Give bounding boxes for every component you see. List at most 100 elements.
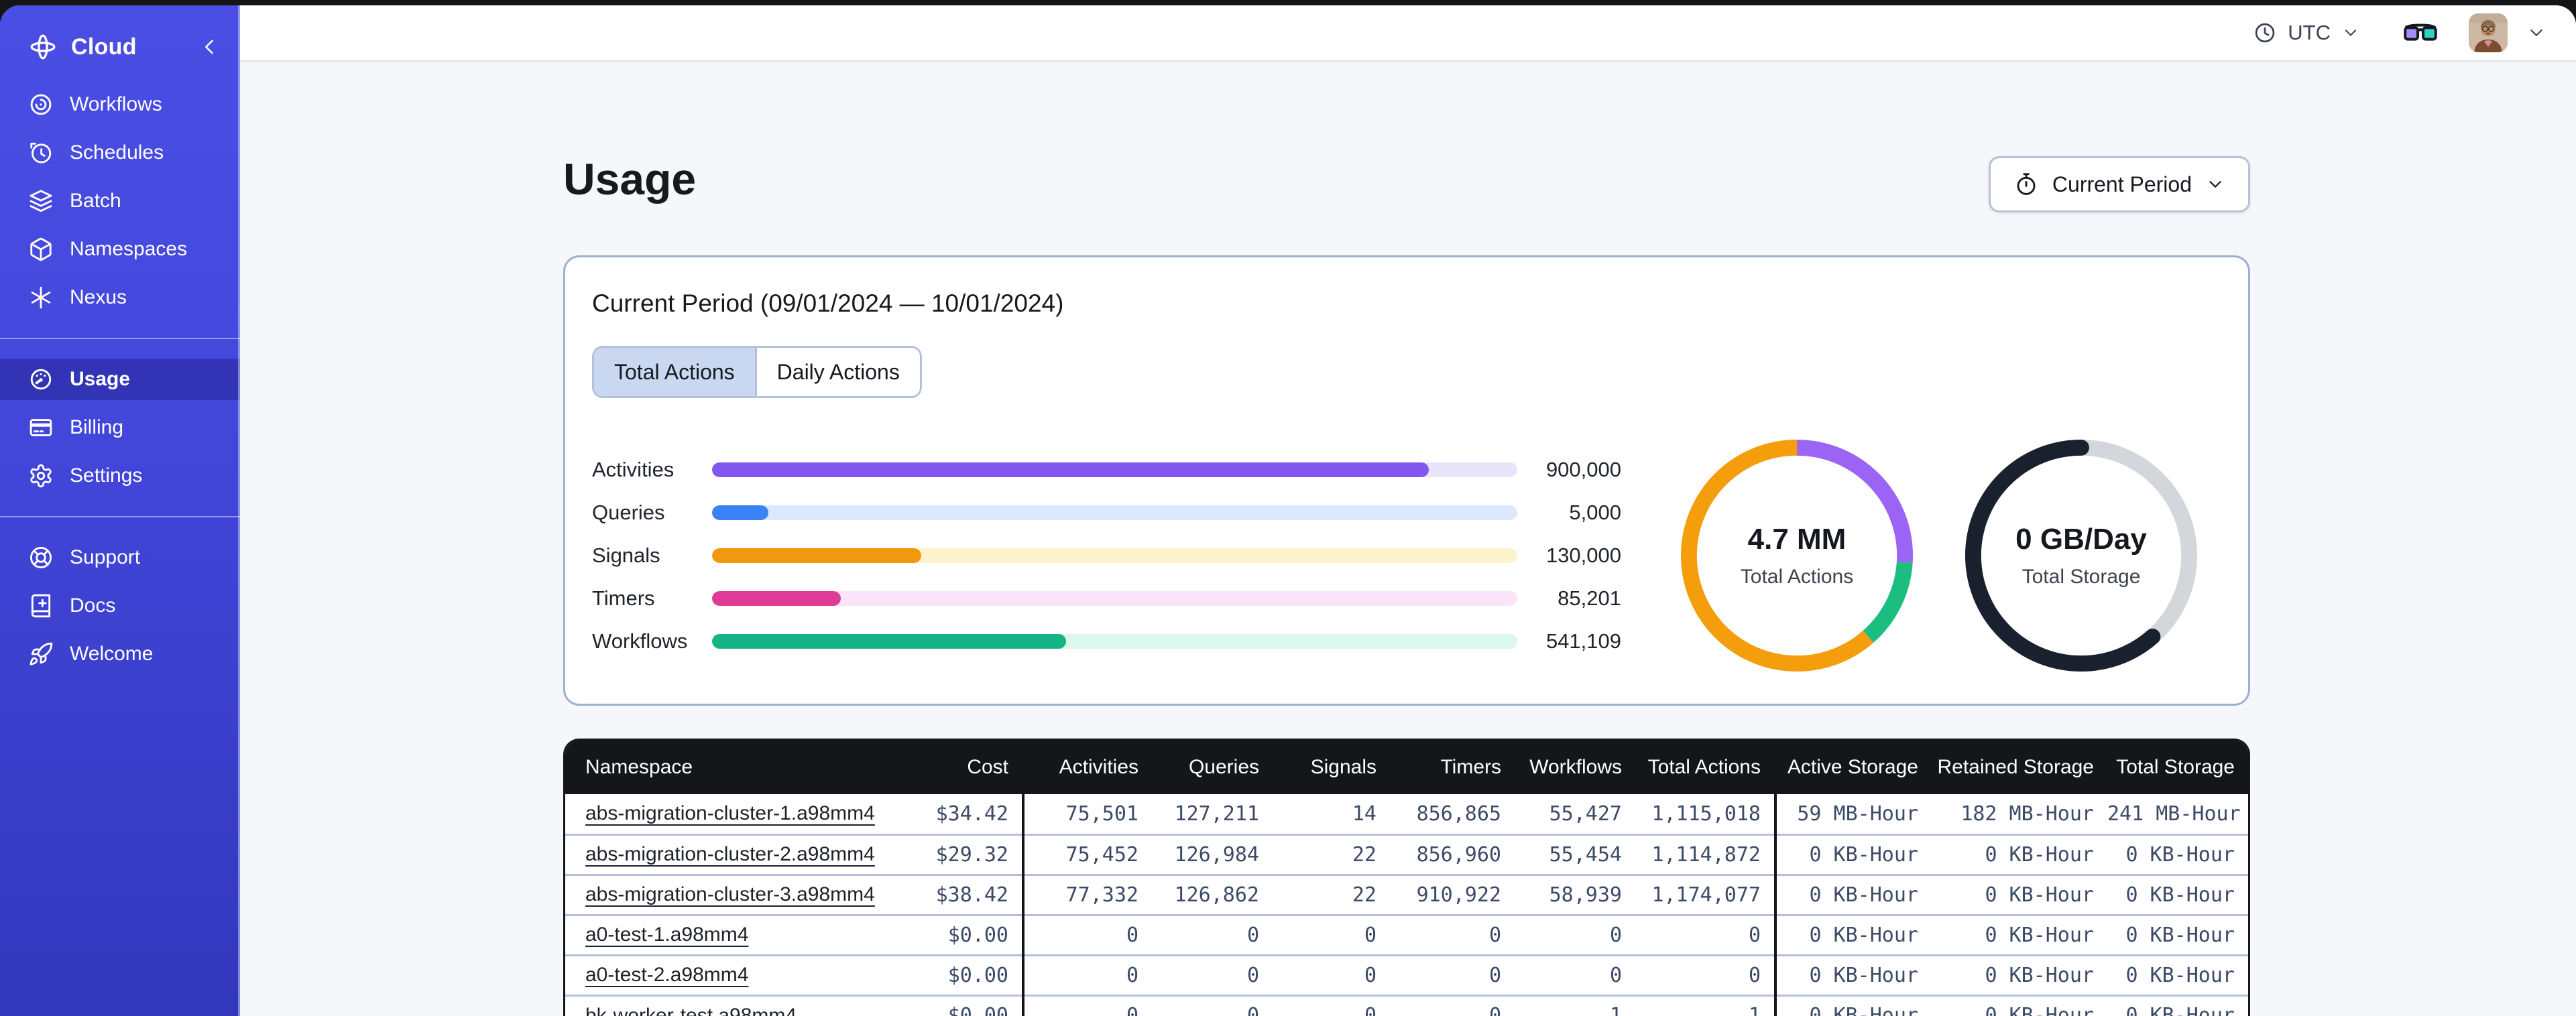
table-cell: 0: [1023, 994, 1152, 1016]
bar-track: [712, 634, 1517, 649]
table-cell: 1: [1635, 994, 1777, 1016]
card-title: Current Period (09/01/2024 — 10/01/2024): [592, 290, 1064, 317]
table-cell: 910,922: [1390, 873, 1515, 915]
bar-label: Workflows: [592, 629, 688, 653]
namespace-link[interactable]: abs-migration-cluster-2.a98mm4: [585, 843, 875, 865]
avatar[interactable]: [2469, 13, 2508, 52]
period-selector-label: Current Period: [2052, 172, 2192, 196]
table-cell: $38.42: [900, 873, 1024, 915]
sidebar-item-workflows[interactable]: Workflows: [0, 84, 240, 125]
period-selector-button[interactable]: Current Period: [1988, 156, 2250, 212]
table-row: abs-migration-cluster-1.a98mm4 $34.42 75,5…: [565, 794, 2248, 834]
table-cell: 22: [1273, 873, 1390, 915]
table-cell: 0: [1273, 913, 1390, 955]
table-cell: 14: [1273, 794, 1390, 834]
bar-track: [712, 505, 1517, 520]
clock-icon: [2253, 21, 2277, 45]
sidebar-item-batch[interactable]: Batch: [0, 180, 240, 222]
sidebar-item-welcome[interactable]: Welcome: [0, 633, 240, 675]
donut-value: 0 GB/Day: [2015, 523, 2147, 556]
bar-value: 900,000: [1545, 458, 1621, 481]
table-row: abs-migration-cluster-2.a98mm4 $29.32 75,4…: [565, 833, 2248, 875]
bar-track: [712, 462, 1517, 477]
table-row: a0-test-1.a98mm4 $0.00 0 0 0 0 0 0 0 KB-Hour 0 KB…: [565, 913, 2248, 955]
table-cell: 1,114,872: [1635, 833, 1777, 875]
column-header-active-storage: Active Storage: [1775, 741, 1932, 794]
sidebar-item-schedules[interactable]: Schedules: [0, 132, 240, 174]
table-cell: $34.42: [900, 794, 1024, 834]
table-cell: $0.00: [900, 954, 1024, 995]
table-cell: 0 KB-Hour: [1775, 954, 1932, 995]
donut-value: 4.7 MM: [1747, 523, 1847, 556]
column-header-queries: Queries: [1152, 741, 1273, 794]
bar-label: Queries: [592, 501, 665, 524]
bar-label: Activities: [592, 458, 675, 481]
namespace-link[interactable]: abs-migration-cluster-1.a98mm4: [585, 802, 875, 824]
namespace-link[interactable]: bk-worker-test.a98mm4: [585, 1005, 797, 1016]
sidebar-item-label: Welcome: [70, 643, 154, 665]
glasses-icon[interactable]: [2403, 18, 2438, 48]
sidebar-item-label: Settings: [70, 464, 143, 487]
sidebar-item-namespaces[interactable]: Namespaces: [0, 229, 240, 270]
bar-fill: [712, 634, 1067, 649]
billing-icon: [28, 415, 54, 440]
table-cell: 75,452: [1023, 833, 1152, 875]
docs-icon: [28, 593, 54, 619]
sidebar-item-label: Namespaces: [70, 238, 188, 260]
table-cell: 0 KB-Hour: [1932, 913, 2107, 955]
sidebar-item-support[interactable]: Support: [0, 537, 240, 578]
table-cell: 58,939: [1515, 873, 1635, 915]
table-cell: 55,454: [1515, 833, 1635, 875]
table-cell: 0 KB-Hour: [1932, 833, 2107, 875]
column-header-timers: Timers: [1390, 741, 1515, 794]
sidebar-item-usage[interactable]: Usage: [0, 359, 240, 400]
table-cell: 0 KB-Hour: [2107, 954, 2248, 995]
donut-total-actions: 4.7 MM Total Actions: [1677, 436, 1917, 676]
sidebar-item-label: Billing: [70, 416, 124, 438]
timezone-selector[interactable]: UTC: [2253, 21, 2360, 45]
sidebar-item-nexus[interactable]: Nexus: [0, 277, 240, 318]
namespace-link[interactable]: a0-test-1.a98mm4: [585, 924, 748, 946]
desktop: { "topbar": { "timezone": "UTC" }, "side…: [0, 0, 2576, 1016]
donut-label: Total Actions: [1740, 566, 1854, 588]
bar-fill: [712, 548, 922, 563]
table-row: a0-test-2.a98mm4 $0.00 0 0 0 0 0 0 0 KB-Hour 0 KB…: [565, 954, 2248, 995]
welcome-icon: [28, 641, 54, 667]
table-row: bk-worker-test.a98mm4 $0.00 0 0 0 0 1 1 0 KB-Hou…: [565, 994, 2248, 1016]
sidebar-nav: Workflows Schedules Batch Namespaces Nexus Us…: [0, 80, 240, 678]
sidebar-collapse-button[interactable]: [198, 36, 221, 58]
table-row: abs-migration-cluster-3.a98mm4 $38.42 77,3…: [565, 873, 2248, 915]
sidebar: Cloud Workflows Schedules Batch Namespaces N…: [0, 5, 240, 1016]
cloud-logo-icon: [28, 32, 58, 62]
table-cell: 0: [1152, 994, 1273, 1016]
bar-fill: [712, 505, 769, 520]
namespace-link[interactable]: a0-test-2.a98mm4: [585, 964, 748, 986]
action-bar-signals: Signals 130,000: [592, 534, 1621, 577]
chevron-down-icon: [2526, 23, 2546, 43]
table-cell: $29.32: [900, 833, 1024, 875]
table-cell: 77,332: [1023, 873, 1152, 915]
topbar: UTC: [240, 5, 2576, 62]
column-header-namespace: Namespace: [565, 741, 900, 794]
table-cell: 1: [1515, 994, 1635, 1016]
tab-daily-actions[interactable]: Daily Actions: [754, 348, 920, 396]
nexus-icon: [28, 285, 54, 310]
table-cell: 0 KB-Hour: [1775, 873, 1932, 915]
table-cell: 856,960: [1390, 833, 1515, 875]
bar-value: 85,201: [1558, 586, 1621, 610]
sidebar-item-docs[interactable]: Docs: [0, 585, 240, 627]
table-cell: 22: [1273, 833, 1390, 875]
tab-total-actions[interactable]: Total Actions: [594, 348, 755, 396]
table-cell: 1,174,077: [1635, 873, 1777, 915]
table-cell: 0 KB-Hour: [1932, 994, 2107, 1016]
sidebar-item-billing[interactable]: Billing: [0, 407, 240, 448]
chevron-down-icon: [2205, 174, 2225, 194]
namespace-link[interactable]: abs-migration-cluster-3.a98mm4: [585, 883, 875, 905]
table-cell: 0 KB-Hour: [2107, 833, 2248, 875]
table-cell: 59 MB-Hour: [1775, 794, 1932, 834]
account-menu-button[interactable]: [2526, 23, 2546, 43]
sidebar-item-settings[interactable]: Settings: [0, 455, 240, 497]
action-bars-chart: Activities 900,000 Queries 5,000 Signals 130,…: [592, 448, 1621, 663]
chevron-down-icon: [2341, 23, 2360, 42]
brand-label: Cloud: [71, 34, 137, 60]
